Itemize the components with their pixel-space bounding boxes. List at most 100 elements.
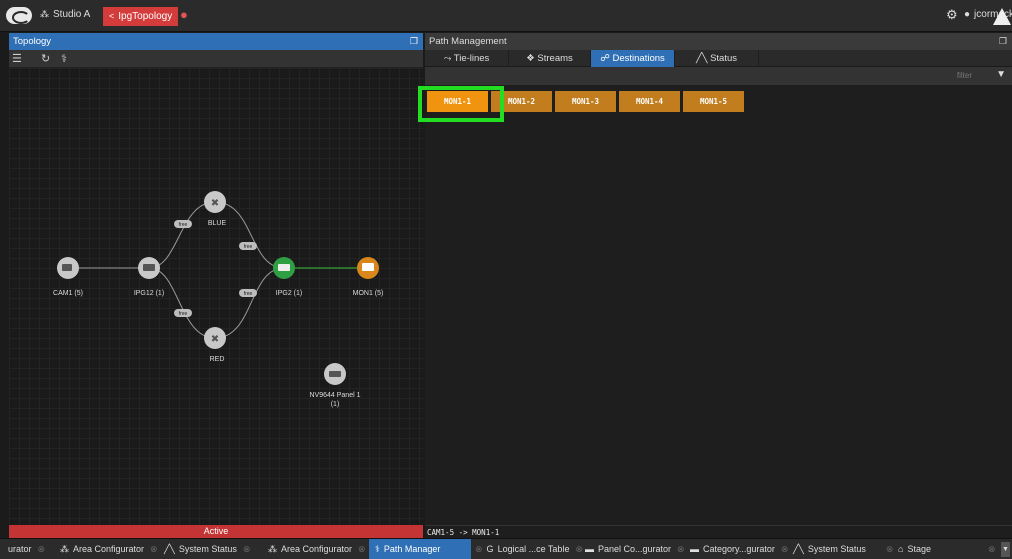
filter-icon[interactable]: ▼ [996, 69, 1006, 80]
tab-destinations[interactable]: ☍ Destinations [591, 50, 675, 67]
node-panel[interactable]: NV9644 Panel 1 (1) [310, 363, 361, 408]
task-stage[interactable]: ⌂ Stage [898, 539, 931, 559]
destinations-icon: ☍ [600, 53, 613, 64]
task-panel-configurator[interactable]: ▬ Panel Co...gurator ⊗ [585, 539, 685, 559]
pin-icon[interactable]: ● [180, 7, 188, 22]
home-icon: ⌂ [898, 544, 904, 554]
streams-icon: ❖ [526, 53, 538, 64]
node-red-label: RED [210, 356, 225, 363]
task-label: Path Manager [383, 544, 441, 554]
close-icon[interactable]: ⊗ [358, 544, 366, 554]
tab-ipgtopology-label: IpgTopology [118, 11, 173, 22]
maximize-icon[interactable]: ❐ [410, 33, 418, 50]
gv-logo-icon[interactable] [6, 7, 32, 24]
folder-icon: ▬ [690, 544, 699, 554]
node-blue[interactable]: ✖ BLUE [204, 191, 226, 227]
node-cam1-label: CAM1 (5) [53, 290, 83, 297]
tab-tie-lines[interactable]: ⤳ Tie-lines [425, 50, 509, 67]
close-icon[interactable]: ⊗ [988, 539, 996, 559]
close-icon[interactable]: ⊗ [150, 544, 158, 554]
task-area-configurator-2[interactable]: ⁂ Area Configurator ⊗ [268, 539, 366, 559]
node-ipg2-label: IPG2 (1) [276, 290, 302, 297]
logical-icon: G [486, 544, 494, 554]
node-mon1-label: MON1 (5) [353, 290, 384, 297]
free-label: free [179, 311, 188, 317]
close-icon[interactable]: ⊗ [781, 544, 789, 554]
gear-icon[interactable]: ⚙ [946, 7, 958, 23]
destination-mon1-4[interactable]: MON1-4 [619, 91, 680, 112]
topology-status-bar: Active [9, 525, 423, 538]
destination-mon1-5[interactable]: MON1-5 [683, 91, 744, 112]
link-red-ipg2 [214, 267, 285, 339]
topology-header: Topology ❐ [9, 33, 423, 50]
area-icon: ⁂ [40, 9, 49, 19]
status-icon: ╱╲ [695, 53, 711, 64]
tab-destinations-label: Destinations [612, 53, 665, 64]
tab-status[interactable]: ╱╲ Status [675, 50, 759, 67]
topology-icon[interactable]: ⚕ [61, 52, 67, 65]
studio-selector[interactable]: ⁂ Studio A [40, 9, 90, 20]
user-icon: ● [964, 9, 971, 20]
task-path-manager[interactable]: ⚕ Path Manager [369, 539, 471, 559]
task-logical-table[interactable]: ⊗ G Logical ...ce Table ⊗ [475, 539, 583, 559]
tab-ipgtopology[interactable]: < IpgTopology [103, 7, 179, 26]
close-icon[interactable]: ⊗ [886, 544, 894, 554]
gateway-icon [143, 264, 155, 271]
switch-icon: ✖ [211, 334, 219, 345]
node-cam1[interactable]: CAM1 (5) [53, 257, 83, 297]
topology-title: Topology [13, 36, 52, 47]
link-ipg12-red [148, 267, 216, 339]
filter-bar: filter ▼ [425, 67, 1012, 85]
alarm-triangle-icon[interactable] [993, 8, 1011, 25]
maximize-icon[interactable]: ❐ [999, 33, 1007, 50]
path-tabs: ⤳ Tie-lines ❖ Streams ☍ Destinations ╱╲ … [425, 50, 1012, 67]
node-ipg12-label: IPG12 (1) [134, 290, 164, 297]
tab-streams-label: Streams [537, 53, 573, 64]
camera-icon [62, 264, 72, 271]
pulse-icon: ╱╲ [793, 544, 804, 554]
node-ipg12[interactable]: IPG12 (1) [134, 257, 164, 297]
free-label: free [244, 244, 253, 250]
task-area-configurator[interactable]: ⁂ Area Configurator ⊗ [60, 539, 158, 559]
task-label: Category...gurator [703, 544, 775, 554]
topology-icon: ⚕ [375, 544, 380, 554]
refresh-icon[interactable]: ↻ [41, 52, 50, 65]
route-status: CAM1-5 -> MON1-1 [425, 525, 1012, 538]
monitor-icon [362, 263, 374, 271]
path-management-header: Path Management ❐ [425, 33, 1012, 50]
close-icon[interactable]: ⊗ [677, 544, 685, 554]
panel-icon [329, 371, 341, 377]
tab-status-label: Status [710, 53, 738, 64]
node-ipg2[interactable]: IPG2 (1) [273, 257, 302, 297]
task-category-configurator[interactable]: ▬ Category...gurator ⊗ [690, 539, 788, 559]
tab-tie-lines-label: Tie-lines [453, 53, 490, 64]
close-icon[interactable]: ⊗ [475, 544, 483, 554]
topology-graph: free free free free CAM1 (5) IPG12 (1) ✖… [53, 191, 384, 408]
area-icon: ⁂ [60, 544, 69, 554]
close-icon[interactable]: ⊗ [38, 544, 46, 554]
tab-streams[interactable]: ❖ Streams [509, 50, 591, 67]
task-system-status[interactable]: ╱╲ System Status ⊗ [164, 539, 250, 559]
studio-label: Studio A [53, 9, 91, 20]
close-icon[interactable]: ⊗ [575, 544, 583, 554]
node-red[interactable]: ✖ RED [204, 327, 226, 363]
selection-highlight [418, 86, 504, 122]
switch-icon: ✖ [211, 198, 219, 209]
path-management-panel: Path Management ❐ ⤳ Tie-lines ❖ Streams … [425, 33, 1012, 538]
node-blue-label: BLUE [208, 220, 227, 227]
node-mon1[interactable]: MON1 (5) [353, 257, 384, 297]
list-icon[interactable]: ☰ [12, 52, 22, 65]
task-configurator[interactable]: urator ⊗ [8, 539, 45, 559]
task-label: System Status [807, 544, 866, 554]
share-icon: < [109, 11, 115, 21]
filter-input[interactable]: filter [957, 71, 972, 80]
close-icon[interactable]: ⊗ [243, 544, 251, 554]
area-icon: ⁂ [268, 544, 277, 554]
scroll-down-icon[interactable]: ▼ [1001, 542, 1010, 557]
panel-icon: ▬ [585, 544, 594, 554]
link-blue-ipg2 [214, 201, 285, 269]
destination-mon1-3[interactable]: MON1-3 [555, 91, 616, 112]
task-label: Panel Co...gurator [598, 544, 672, 554]
task-system-status-2[interactable]: ╱╲ System Status ⊗ [793, 539, 893, 559]
free-label: free [179, 222, 188, 228]
